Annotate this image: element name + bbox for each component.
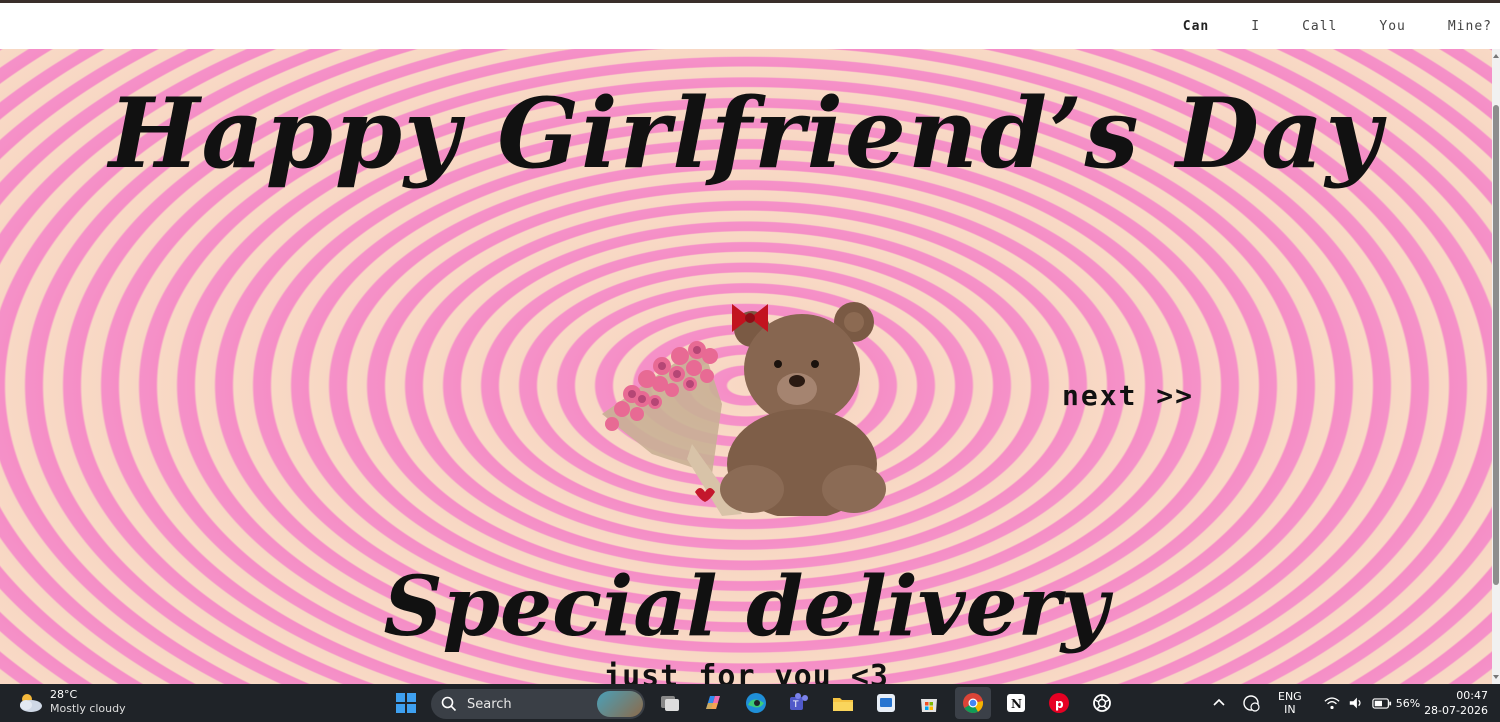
nav-link-you[interactable]: You: [1379, 19, 1405, 34]
clock-date: 28-07-2026: [1424, 704, 1488, 717]
hero-subtitle: Special delivery: [383, 559, 1109, 655]
language-indicator[interactable]: ENG IN: [1278, 690, 1302, 716]
system-tray: ENG IN 56%: [1212, 684, 1420, 722]
site-header: Can I Call You Mine?: [0, 3, 1500, 49]
scroll-down-arrow-icon[interactable]: [1493, 675, 1499, 679]
clock[interactable]: 00:47 28-07-2026: [1424, 688, 1488, 718]
clock-time: 00:47: [1456, 689, 1488, 702]
teddy-bear-with-bouquet-image: [592, 284, 892, 519]
search-icon: [441, 696, 457, 712]
network-status-icon[interactable]: [1242, 694, 1260, 712]
copilot-icon[interactable]: [700, 690, 726, 716]
chatgpt-icon[interactable]: [1089, 690, 1115, 716]
page-title: Happy Girlfriend’s Day: [108, 77, 1384, 190]
notion-icon[interactable]: N: [1003, 690, 1029, 716]
scrollbar-thumb[interactable]: [1493, 105, 1499, 585]
svg-text:T: T: [792, 700, 799, 710]
taskbar: 28°C Mostly cloudy Search T N p ENG IN 5…: [0, 684, 1500, 722]
search-highlight-icon: [597, 691, 643, 717]
scroll-up-arrow-icon[interactable]: [1493, 54, 1499, 58]
nav-link-mine[interactable]: Mine?: [1448, 19, 1492, 34]
task-view-icon[interactable]: [657, 690, 683, 716]
nav-link-i[interactable]: I: [1251, 19, 1260, 34]
edge-icon[interactable]: [743, 690, 769, 716]
battery-icon[interactable]: [1372, 697, 1392, 710]
hero-section: Happy Girlfriend’s Day next >> Special d…: [0, 49, 1492, 684]
volume-icon[interactable]: [1348, 695, 1364, 711]
top-nav: Can I Call You Mine?: [1141, 3, 1492, 49]
chevron-up-icon[interactable]: [1212, 696, 1226, 710]
search-placeholder: Search: [467, 696, 512, 712]
taskbar-search-box[interactable]: Search: [431, 689, 645, 719]
nav-link-can[interactable]: Can: [1183, 19, 1209, 34]
hero-tagline: just for you <3: [603, 659, 889, 684]
file-explorer-icon[interactable]: [830, 690, 856, 716]
teams-icon[interactable]: T: [786, 690, 812, 716]
app-icon[interactable]: [873, 690, 899, 716]
battery-percent: 56%: [1395, 696, 1421, 710]
wifi-icon[interactable]: [1324, 695, 1340, 711]
windows-start-icon[interactable]: [393, 690, 419, 716]
language-code: ENG: [1278, 690, 1302, 703]
svg-text:p: p: [1055, 697, 1064, 711]
svg-text:N: N: [1011, 697, 1022, 711]
pinterest-icon[interactable]: p: [1046, 690, 1072, 716]
weather-widget[interactable]: 28°C Mostly cloudy: [16, 688, 126, 716]
weather-description: Mostly cloudy: [50, 702, 126, 715]
weather-temperature: 28°C: [50, 688, 78, 701]
teddy-bear-icon: [720, 302, 886, 519]
store-icon[interactable]: [916, 690, 942, 716]
chrome-icon[interactable]: [955, 687, 991, 719]
next-button[interactable]: next >>: [1062, 379, 1194, 412]
nav-link-call[interactable]: Call: [1302, 19, 1337, 34]
region-code: IN: [1284, 703, 1296, 716]
cloudy-weather-icon: [20, 694, 42, 712]
